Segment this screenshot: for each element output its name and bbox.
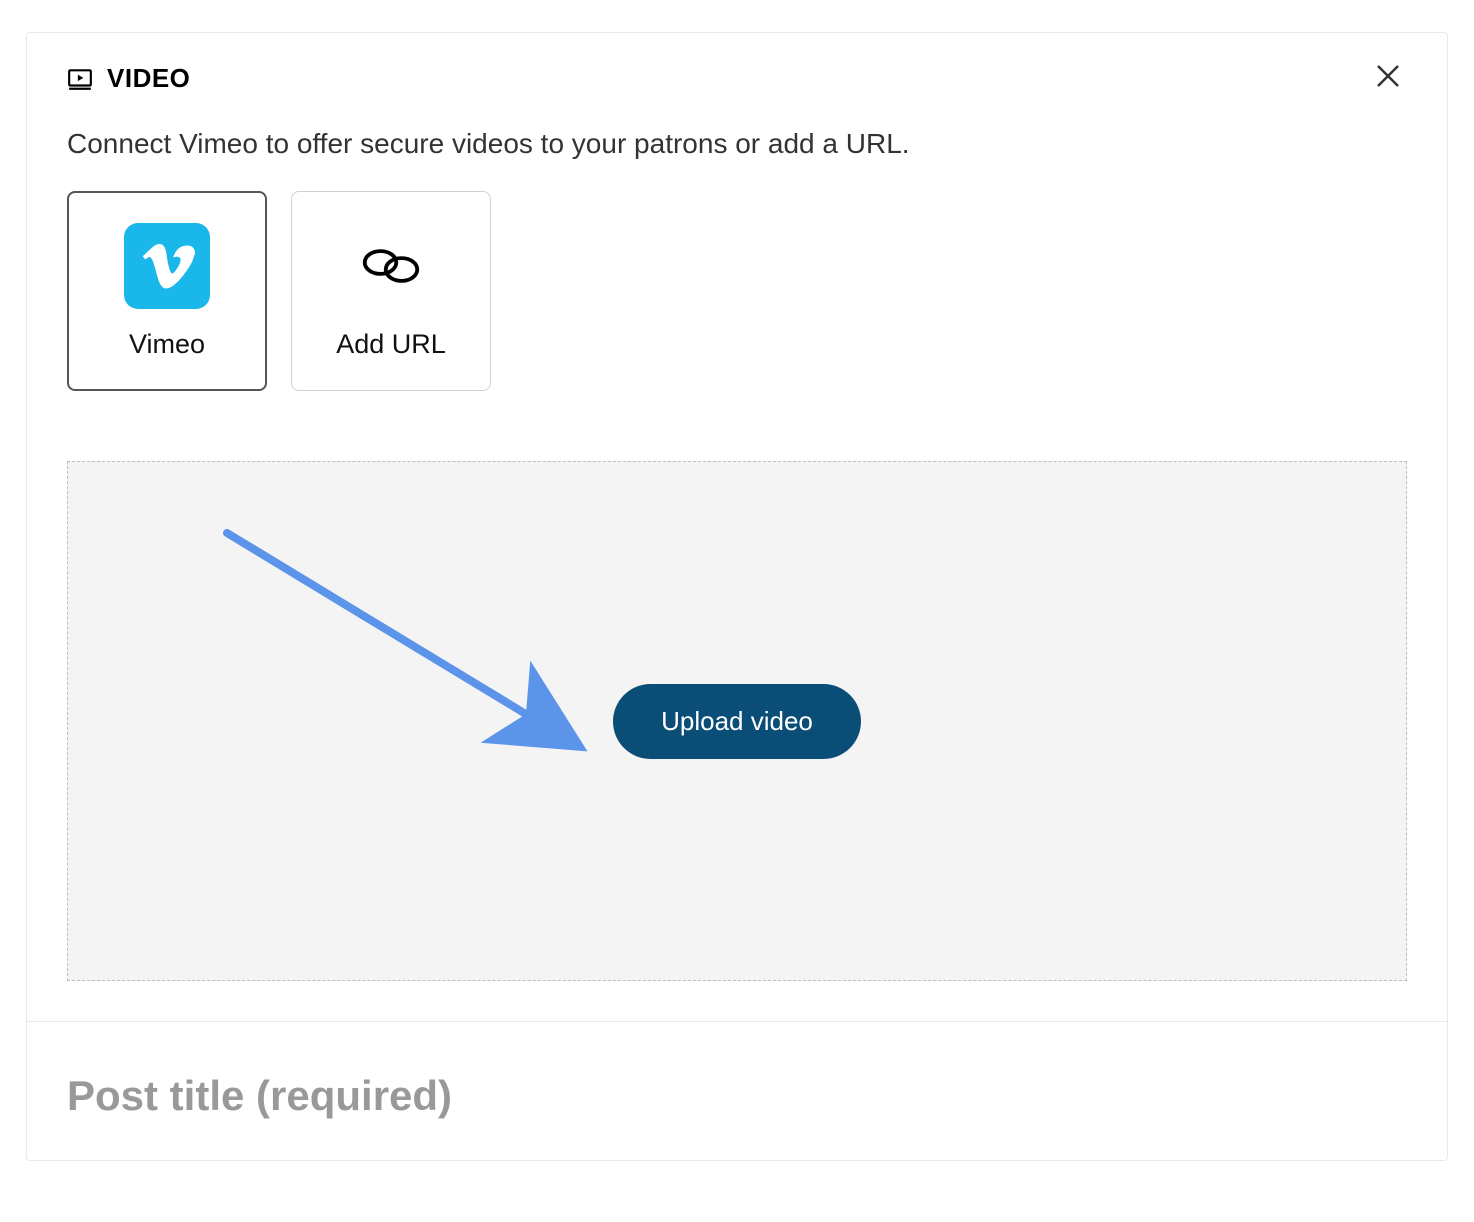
- video-source-options: Vimeo Add URL: [67, 191, 1407, 391]
- video-play-icon: [67, 66, 93, 92]
- panel-title: VIDEO: [107, 63, 190, 94]
- close-icon: [1373, 78, 1403, 95]
- close-button[interactable]: [1369, 57, 1407, 100]
- panel-title-wrap: VIDEO: [67, 63, 190, 94]
- post-title-section: [27, 1021, 1447, 1160]
- panel-body: Connect Vimeo to offer secure videos to …: [27, 100, 1447, 1021]
- video-upload-dropzone[interactable]: Upload video: [67, 461, 1407, 981]
- option-add-url-label: Add URL: [336, 329, 446, 360]
- post-title-input[interactable]: [67, 1072, 1407, 1120]
- upload-video-button[interactable]: Upload video: [613, 684, 861, 759]
- panel-description: Connect Vimeo to offer secure videos to …: [67, 124, 1407, 163]
- option-add-url[interactable]: Add URL: [291, 191, 491, 391]
- link-icon: [348, 223, 434, 309]
- option-vimeo[interactable]: Vimeo: [67, 191, 267, 391]
- option-vimeo-label: Vimeo: [129, 329, 205, 360]
- panel-header: VIDEO: [27, 33, 1447, 100]
- vimeo-logo-icon: [124, 223, 210, 309]
- video-post-panel: VIDEO Connect Vimeo to offer secure vide…: [26, 32, 1448, 1161]
